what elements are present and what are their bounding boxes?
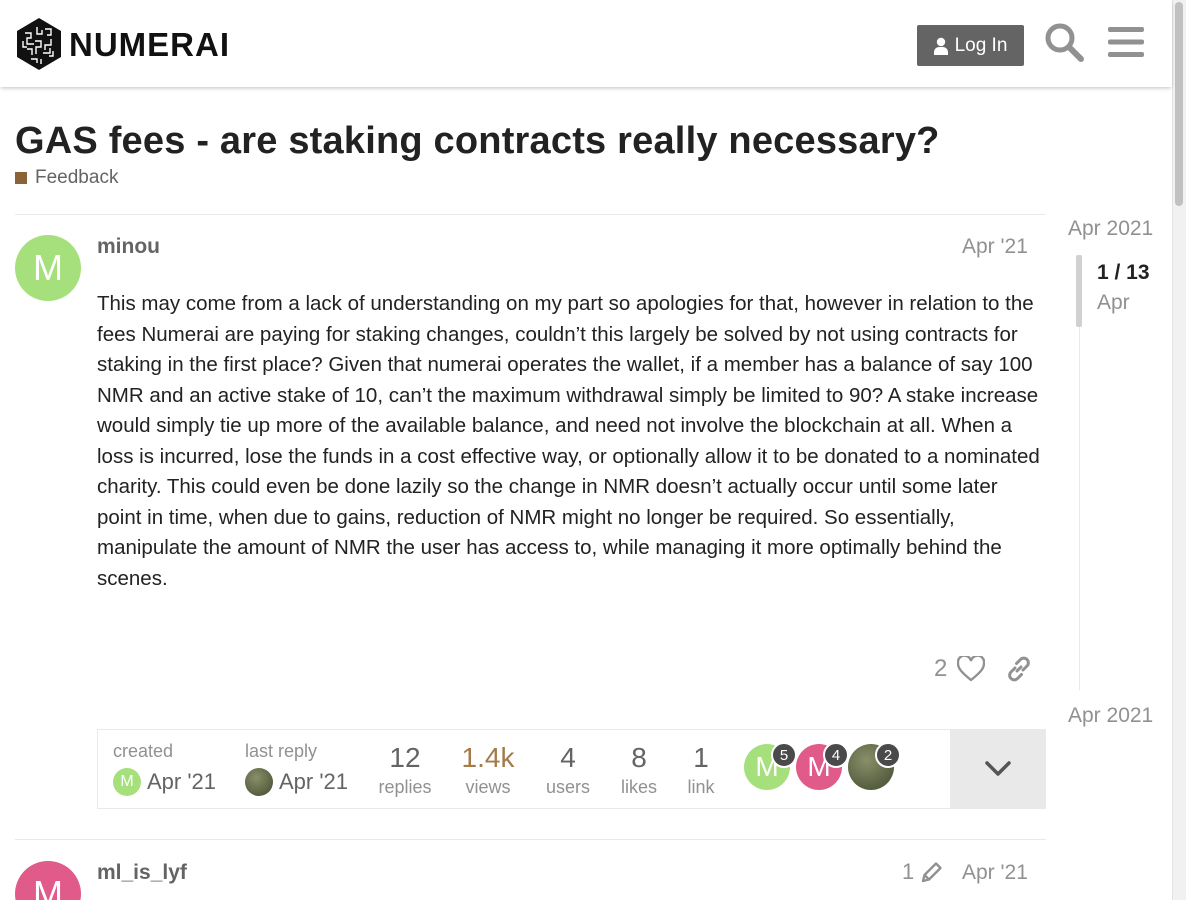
category-badge[interactable]: Feedback xyxy=(15,167,118,189)
timeline-current-date: Apr xyxy=(1097,291,1130,314)
timeline-handle[interactable] xyxy=(1076,255,1082,327)
avatar[interactable]: M xyxy=(113,768,141,796)
post-username[interactable]: minou xyxy=(97,235,160,259)
share-link-icon[interactable] xyxy=(1005,655,1033,683)
stat-label: likes xyxy=(620,777,657,797)
post-date[interactable]: Apr '21 xyxy=(962,861,1028,885)
stat-value: 1 xyxy=(693,742,709,773)
post-date[interactable]: Apr '21 xyxy=(962,235,1028,259)
stat-label: replies xyxy=(378,777,432,797)
stat-label: views xyxy=(465,777,511,797)
stat-label: link xyxy=(687,777,715,797)
post-username[interactable]: ml_is_lyf xyxy=(97,861,187,885)
stat-likes: 8 likes xyxy=(610,730,668,808)
last-reply-label: last reply xyxy=(245,741,318,761)
category-color-swatch xyxy=(15,172,27,184)
avatar[interactable]: M xyxy=(15,861,81,900)
stat-users: 4 users xyxy=(535,730,601,808)
menu-button[interactable] xyxy=(1104,20,1148,64)
stat-value: 4 xyxy=(560,742,576,773)
avatar-letter: M xyxy=(33,873,63,900)
stat-views: 1.4k views xyxy=(450,730,526,808)
site-header: NUMERAI Log In xyxy=(0,0,1172,87)
stat-value: 8 xyxy=(631,742,647,773)
created-date[interactable]: Apr '21 xyxy=(147,769,216,795)
last-reply-date[interactable]: Apr '21 xyxy=(279,769,348,795)
timeline-start-date[interactable]: Apr 2021 xyxy=(1068,217,1153,241)
post-divider xyxy=(15,214,1046,215)
edit-count: 1 xyxy=(902,859,915,884)
hamburger-menu-icon xyxy=(1108,27,1144,57)
timeline-post-counter: 1 / 13 xyxy=(1097,261,1150,284)
topic-last-reply: last reply Apr '21 xyxy=(245,730,365,808)
heart-icon[interactable] xyxy=(957,656,986,682)
created-label: created xyxy=(113,741,174,761)
login-button[interactable]: Log In xyxy=(917,25,1024,66)
stat-value: 1.4k xyxy=(461,742,515,773)
avatar[interactable]: M xyxy=(15,235,81,301)
search-button[interactable] xyxy=(1042,20,1086,64)
participant-post-count: 5 xyxy=(771,742,797,768)
avatar-letter: M xyxy=(33,247,63,288)
logo-wordmark: NUMERAI xyxy=(69,26,230,63)
topic-created: created M Apr '21 xyxy=(113,730,233,808)
page-scrollbar-thumb[interactable] xyxy=(1175,2,1183,206)
site-logo[interactable]: NUMERAI xyxy=(15,17,230,71)
topic-map: created M Apr '21 last reply Apr '21 12 … xyxy=(97,729,1046,809)
edit-history-button[interactable]: 1 xyxy=(902,859,944,885)
stat-replies: 12 replies xyxy=(368,730,442,808)
post-divider xyxy=(15,839,1046,840)
avatar[interactable] xyxy=(245,768,273,796)
post-body: This may come from a lack of understandi… xyxy=(97,292,1040,590)
login-label: Log In xyxy=(954,34,1008,56)
timeline-end-date[interactable]: Apr 2021 xyxy=(1068,704,1153,728)
numerai-logo-icon xyxy=(17,18,61,70)
stat-label: users xyxy=(545,777,590,797)
category-name: Feedback xyxy=(35,167,119,188)
post-actions: 2 xyxy=(934,655,1033,683)
like-count[interactable]: 2 xyxy=(934,655,947,683)
stat-value: 12 xyxy=(389,742,421,773)
search-icon xyxy=(1045,23,1084,62)
participant-post-count: 2 xyxy=(875,742,901,768)
topic-title[interactable]: GAS fees - are staking contracts really … xyxy=(15,120,940,163)
chevron-down-icon xyxy=(985,761,1011,776)
topic-map-expand-button[interactable] xyxy=(950,730,1046,808)
participant-post-count: 4 xyxy=(823,742,849,768)
pencil-icon xyxy=(922,862,942,883)
user-icon xyxy=(933,37,948,55)
stat-links: 1 link xyxy=(676,730,726,808)
